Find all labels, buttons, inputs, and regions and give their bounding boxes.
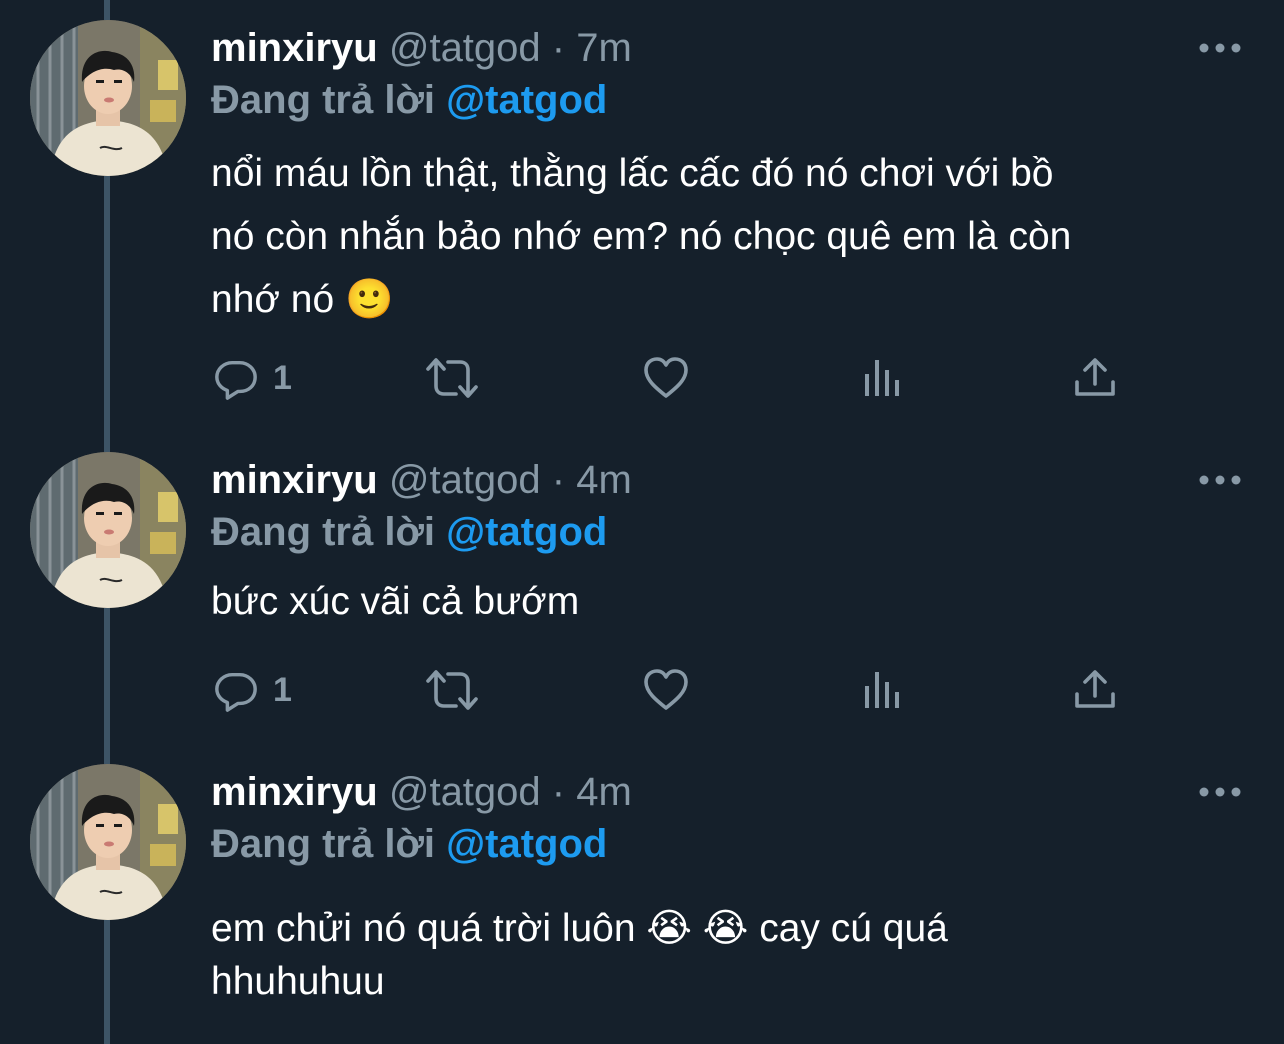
replying-to-label: Đang trả lời: [211, 510, 436, 554]
tweet-actions: 1: [0, 660, 1284, 720]
user-handle[interactable]: @tatgod: [389, 770, 541, 814]
tweet[interactable]: minxiryu @tatgod · 4m Đang trả lời @tatg…: [0, 432, 1284, 744]
replying-to-label: Đang trả lời: [211, 822, 436, 866]
reply-thread: minxiryu @tatgod · 7m Đang trả lời @tatg…: [0, 0, 1284, 1044]
timestamp[interactable]: 4m: [576, 770, 632, 814]
tweet-header: minxiryu @tatgod · 4m: [211, 456, 632, 504]
share-button[interactable]: [1071, 348, 1119, 408]
display-name[interactable]: minxiryu: [211, 26, 378, 70]
replying-to: Đang trả lời @tatgod: [211, 76, 607, 124]
view-analytics-button[interactable]: [858, 348, 906, 408]
avatar[interactable]: [30, 20, 186, 176]
reply-mention-link[interactable]: @tatgod: [446, 510, 607, 554]
reply-button[interactable]: 1: [213, 348, 292, 408]
more-options-button[interactable]: [1198, 40, 1242, 56]
tweet-header: minxiryu @tatgod · 4m: [211, 768, 632, 816]
more-horizontal-icon: [1198, 784, 1242, 800]
analytics-bars-icon: [858, 666, 906, 714]
user-handle[interactable]: @tatgod: [389, 26, 541, 70]
reply-count: 1: [273, 670, 292, 709]
replying-to: Đang trả lời @tatgod: [211, 508, 607, 556]
more-horizontal-icon: [1198, 40, 1242, 56]
timestamp[interactable]: 7m: [576, 26, 632, 70]
like-button[interactable]: [642, 660, 690, 720]
separator-dot: ·: [551, 458, 566, 502]
tweet-header: minxiryu @tatgod · 7m: [211, 24, 632, 72]
retweet-button[interactable]: [424, 348, 480, 408]
separator-dot: ·: [551, 770, 566, 814]
share-button[interactable]: [1071, 660, 1119, 720]
more-options-button[interactable]: [1198, 784, 1242, 800]
tweet-text: em chửi nó quá trời luôn 😭 😭 cay cú quá …: [211, 907, 948, 1003]
timestamp[interactable]: 4m: [576, 458, 632, 502]
display-name[interactable]: minxiryu: [211, 770, 378, 814]
display-name[interactable]: minxiryu: [211, 458, 378, 502]
share-upload-icon: [1071, 666, 1119, 714]
share-upload-icon: [1071, 354, 1119, 402]
reply-bubble-icon: [213, 355, 259, 401]
separator-dot: ·: [551, 26, 566, 70]
more-options-button[interactable]: [1198, 472, 1242, 488]
reply-bubble-icon: [213, 667, 259, 713]
retweet-button[interactable]: [424, 660, 480, 720]
tweet-text: nổi máu lồn thật, thằng lấc cấc đó nó ch…: [211, 152, 1072, 321]
tweet[interactable]: minxiryu @tatgod · 4m Đang trả lời @tatg…: [0, 744, 1284, 1044]
avatar[interactable]: [30, 764, 186, 920]
tweet-actions: 1: [0, 348, 1284, 408]
view-analytics-button[interactable]: [858, 660, 906, 720]
user-handle[interactable]: @tatgod: [389, 458, 541, 502]
more-horizontal-icon: [1198, 472, 1242, 488]
heart-icon: [642, 666, 690, 714]
reply-mention-link[interactable]: @tatgod: [446, 78, 607, 122]
analytics-bars-icon: [858, 354, 906, 402]
replying-to: Đang trả lời @tatgod: [211, 820, 607, 868]
tweet[interactable]: minxiryu @tatgod · 7m Đang trả lời @tatg…: [0, 0, 1284, 432]
reply-count: 1: [273, 358, 292, 397]
profile-photo: [30, 20, 186, 176]
reply-mention-link[interactable]: @tatgod: [446, 822, 607, 866]
reply-button[interactable]: 1: [213, 660, 292, 720]
profile-photo: [30, 452, 186, 608]
retweet-icon: [424, 666, 480, 714]
replying-to-label: Đang trả lời: [211, 78, 436, 122]
heart-icon: [642, 354, 690, 402]
like-button[interactable]: [642, 348, 690, 408]
retweet-icon: [424, 354, 480, 402]
avatar[interactable]: [30, 452, 186, 608]
tweet-text: bức xúc vãi cả bướm: [211, 580, 580, 623]
profile-photo: [30, 764, 186, 920]
